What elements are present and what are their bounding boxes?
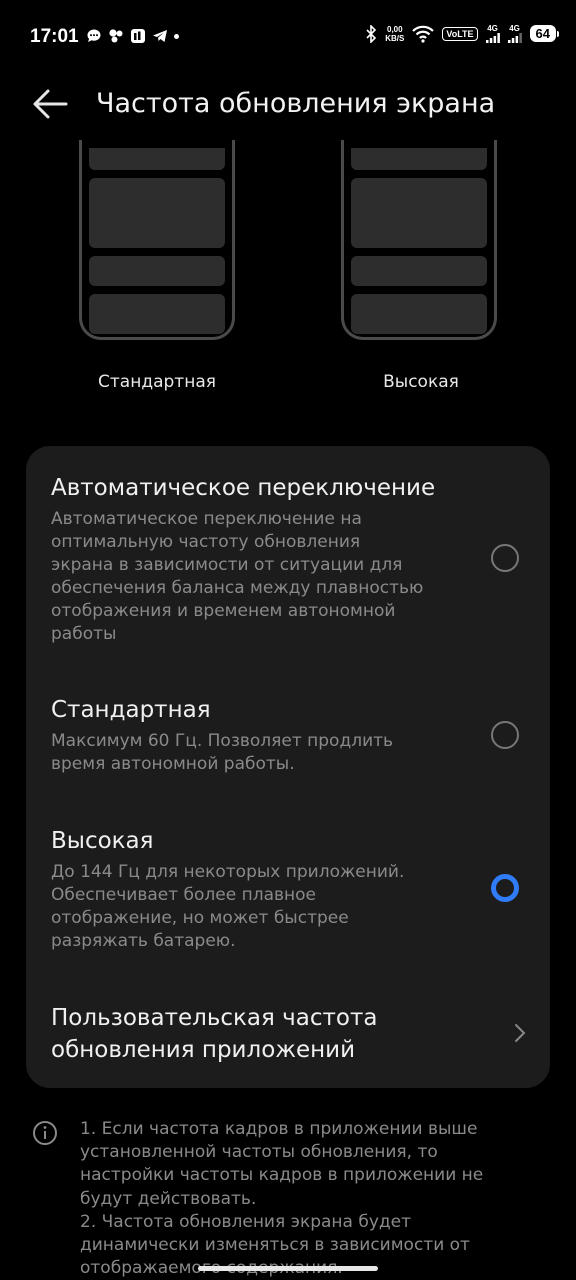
battery-indicator: 64 [529, 25, 560, 42]
sim1-network-type: 4G [487, 24, 498, 33]
preview-block [89, 294, 225, 334]
desc-line: оптимальную частоту обновления [51, 532, 361, 552]
note-line: динамически изменяться в зависимости от [80, 1235, 470, 1256]
home-indicator[interactable] [198, 1266, 378, 1271]
note-line: 1. Если частота кадров в приложении выше [80, 1119, 478, 1139]
info-note-text: 1. Если частота кадров в приложении выше… [80, 1118, 560, 1280]
preview-label-high: Высокая [383, 372, 459, 392]
option-high[interactable]: Высокая До 144 Гц для некоторых приложен… [51, 825, 471, 953]
chevron-right-icon[interactable] [512, 1021, 528, 1045]
note-line: 2. Частота обновления экрана будет [80, 1211, 412, 1232]
store-app-icon [131, 29, 145, 43]
chat-bubble-icon [87, 29, 101, 42]
preview-block [89, 148, 225, 170]
info-icon [33, 1121, 57, 1145]
desc-line: Максимум 60 Гц. Позволяет продлить [51, 731, 394, 751]
notification-icons [86, 28, 179, 44]
desc-line: разряжать батарею. [51, 931, 236, 951]
option-auto[interactable]: Автоматическое переключение Автоматическ… [51, 472, 471, 646]
custom-row-title-line: Пользовательская частота [51, 1005, 378, 1031]
network-speed-unit: KB/S [385, 33, 405, 43]
option-standard[interactable]: Стандартная Максимум 60 Гц. Позволяет пр… [51, 694, 471, 776]
desc-line: Автоматическое переключение на [51, 509, 362, 529]
option-auto-description: Автоматическое переключение на оптимальн… [51, 508, 471, 646]
desc-line: отображения и временем автономной [51, 601, 396, 621]
desc-line: До 144 Гц для некоторых приложений. [51, 862, 405, 882]
network-speed-value: 0,00 [387, 24, 403, 34]
page-title: Частота обновления экрана [96, 88, 496, 119]
preview-high [341, 140, 497, 340]
preview-block [351, 294, 487, 334]
desc-line: работы [51, 624, 117, 644]
desc-line: отображение, но может быстрее [51, 908, 349, 928]
option-high-title: Высокая [51, 828, 154, 854]
sim1-signal: 4G [485, 24, 500, 43]
desc-line: экрана в зависимости от ситуации для [51, 555, 403, 575]
preview-block [89, 256, 225, 286]
note-line: будут действовать. [80, 1188, 257, 1209]
sim2-signal: 4G [507, 24, 522, 43]
signal-bars-icon [485, 33, 500, 43]
volte-badge: VoLTE [442, 26, 478, 41]
preview-standard [79, 140, 235, 340]
note-line: настройки частоты кадров в приложении не [80, 1165, 484, 1186]
network-speed: 0,00 KB/S [385, 25, 404, 43]
radio-high-selected[interactable] [491, 874, 519, 902]
option-standard-description: Максимум 60 Гц. Позволяет продлить время… [51, 730, 471, 776]
custom-row-title-line: обновления приложений [51, 1037, 356, 1063]
desc-line: Обеспечивает более плавное [51, 885, 317, 905]
bluetooth-icon [366, 24, 377, 43]
desc-line: время автономной работы. [51, 754, 295, 774]
option-standard-title: Стандартная [51, 697, 211, 723]
preview-block [351, 148, 487, 170]
custom-app-refresh-row[interactable]: Пользовательская частота обновления прил… [51, 1002, 521, 1066]
system-indicators: 0,00 KB/S VoLTE 4G 4G 64 [365, 24, 560, 43]
note-line: установленной частоты обновления, то [80, 1142, 438, 1163]
desc-line: обеспечения баланса между плавностью [51, 578, 424, 598]
preview-block [89, 178, 225, 248]
telegram-icon [153, 30, 167, 42]
radio-auto[interactable] [491, 544, 519, 572]
back-arrow-icon[interactable] [30, 84, 70, 124]
preview-block [351, 178, 487, 248]
app-cluster-icon [109, 29, 123, 43]
option-high-description: До 144 Гц для некоторых приложений. Обес… [51, 861, 471, 953]
radio-standard[interactable] [491, 721, 519, 749]
preview-label-standard: Стандартная [98, 372, 216, 392]
preview-block [351, 256, 487, 286]
refresh-rate-options-card: Автоматическое переключение Автоматическ… [26, 446, 550, 1088]
app-header: Частота обновления экрана [0, 80, 576, 130]
status-bar: 17:01 0,00 KB/S VoLTE 4G 4G 64 [0, 0, 576, 70]
wifi-icon [412, 25, 435, 43]
signal-bars-icon [507, 33, 522, 43]
option-auto-title: Автоматическое переключение [51, 475, 436, 501]
status-time: 17:01 [30, 26, 79, 47]
more-notifications-dot [174, 33, 179, 39]
sim2-network-type: 4G [509, 24, 520, 33]
